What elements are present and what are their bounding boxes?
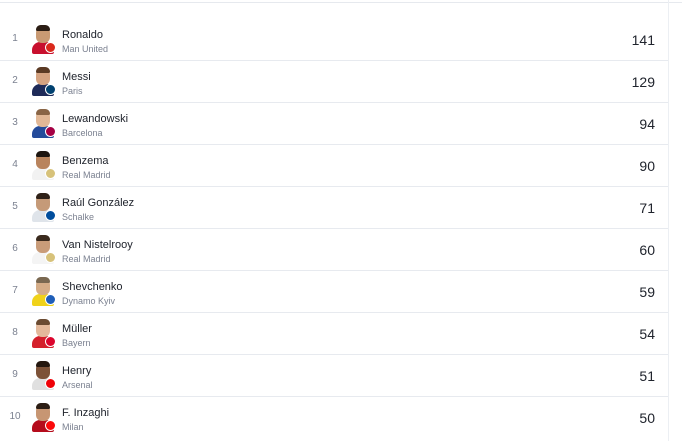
player-name[interactable]: Henry [62,365,91,377]
club-crest-icon [45,84,56,95]
player-avatar [30,150,56,180]
club-crest-icon [45,294,56,305]
rank-number: 5 [12,201,18,212]
club-name: Schalke [62,212,95,222]
goals-count: 90 [639,158,655,174]
list-item[interactable]: 2 Messi Paris 129 [0,61,668,103]
club-crest-icon [45,336,56,347]
player-avatar [30,192,56,222]
rank-number: 4 [12,159,18,170]
club-crest-icon [45,42,56,53]
rank-number: 2 [12,75,18,86]
player-name[interactable]: Benzema [62,155,108,167]
club-name: Arsenal [62,380,93,390]
club-name: Bayern [62,338,91,348]
list-item[interactable]: 3 Lewandowski Barcelona 94 [0,103,668,145]
player-name[interactable]: Lewandowski [62,113,128,125]
list-item[interactable]: 8 Müller Bayern 54 [0,313,668,355]
player-avatar [30,276,56,306]
list-item[interactable]: 4 Benzema Real Madrid 90 [0,145,668,187]
top-divider [0,2,682,3]
rank-number: 8 [12,327,18,338]
right-border [668,0,669,441]
list-item[interactable]: 6 Van Nistelrooy Real Madrid 60 [0,229,668,271]
club-crest-icon [45,420,56,431]
rank-number: 9 [12,369,18,380]
rank-number: 6 [12,243,18,254]
goals-count: 60 [639,242,655,258]
player-avatar [30,108,56,138]
goals-count: 50 [639,410,655,426]
goals-count: 94 [639,116,655,132]
goals-count: 59 [639,284,655,300]
player-name[interactable]: Müller [62,323,92,335]
club-name: Real Madrid [62,254,111,264]
player-name[interactable]: Ronaldo [62,29,103,41]
club-name: Barcelona [62,128,103,138]
list-item[interactable]: 1 Ronaldo Man United 141 [0,19,668,61]
goals-count: 54 [639,326,655,342]
player-name[interactable]: F. Inzaghi [62,407,109,419]
club-name: Dynamo Kyiv [62,296,116,306]
player-name[interactable]: Van Nistelrooy [62,239,133,251]
list-item[interactable]: 9 Henry Arsenal 51 [0,355,668,397]
list-item[interactable]: 7 Shevchenko Dynamo Kyiv 59 [0,271,668,313]
player-avatar [30,66,56,96]
club-name: Milan [62,422,84,432]
player-name[interactable]: Shevchenko [62,281,123,293]
goals-count: 51 [639,368,655,384]
goals-count: 129 [631,74,655,90]
rank-number: 3 [12,117,18,128]
club-crest-icon [45,210,56,221]
club-crest-icon [45,126,56,137]
scorers-list: 1 Ronaldo Man United 141 2 Messi Paris 1… [0,19,668,439]
list-item[interactable]: 10 F. Inzaghi Milan 50 [0,397,668,439]
club-name: Paris [62,86,83,96]
club-name: Man United [62,44,109,54]
player-avatar [30,360,56,390]
player-avatar [30,318,56,348]
player-name[interactable]: Raúl González [62,197,134,209]
goals-count: 141 [631,32,655,48]
club-name: Real Madrid [62,170,111,180]
rank-number: 10 [9,411,21,422]
club-crest-icon [45,168,56,179]
club-crest-icon [45,252,56,263]
list-item[interactable]: 5 Raúl González Schalke 71 [0,187,668,229]
rank-number: 7 [12,285,18,296]
player-avatar [30,24,56,54]
player-avatar [30,402,56,432]
club-crest-icon [45,378,56,389]
rank-number: 1 [12,33,18,44]
goals-count: 71 [639,200,655,216]
player-name[interactable]: Messi [62,71,91,83]
player-avatar [30,234,56,264]
